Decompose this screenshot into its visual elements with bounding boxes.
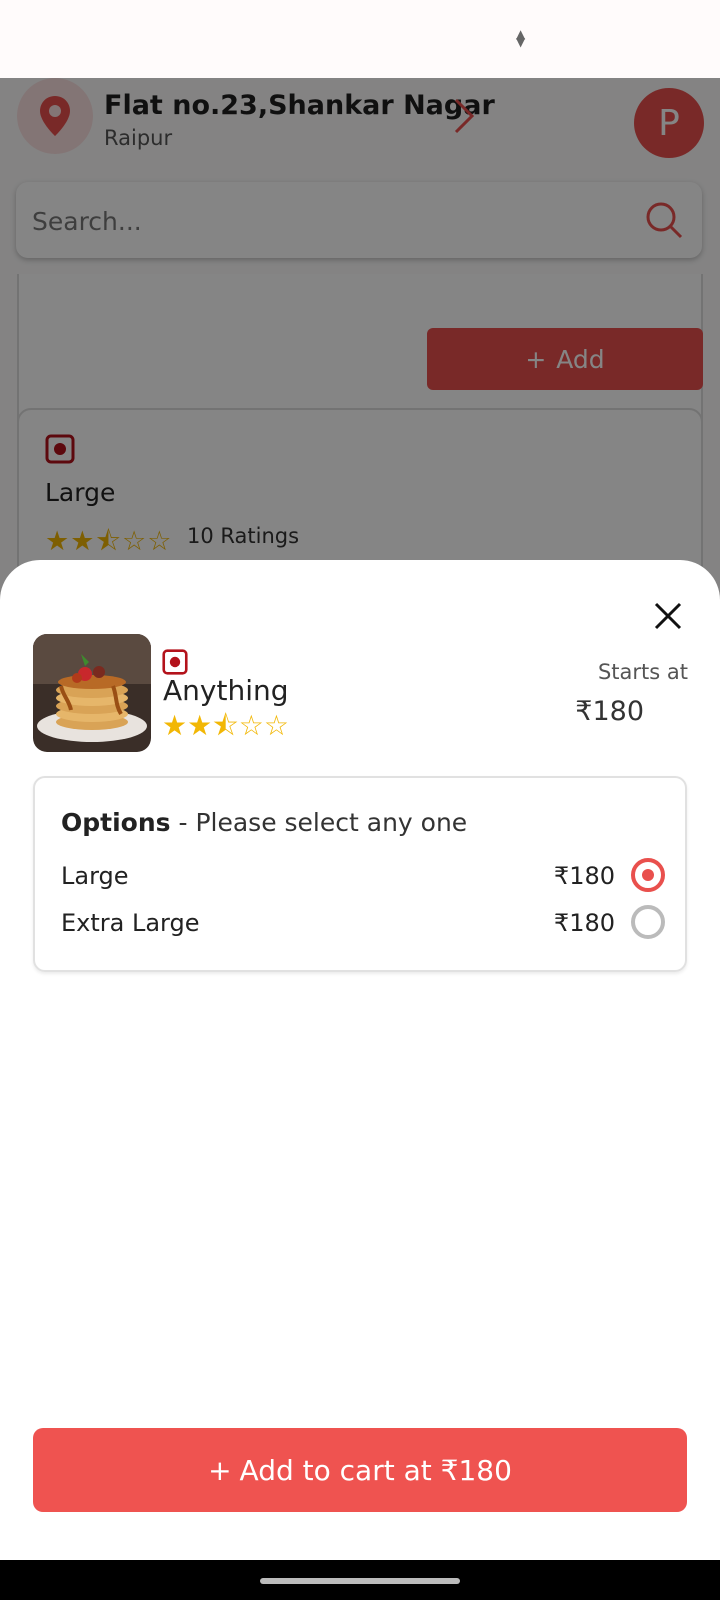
status-bar: ▲ ▼ [0,0,720,78]
options-title: Options [61,808,171,837]
food-image [33,634,151,752]
system-nav-bar [0,1560,720,1600]
close-icon[interactable] [648,596,688,636]
option-price: ₹180 [553,862,615,890]
star-full-icon: ★ [187,709,213,742]
option-price: ₹180 [553,909,615,937]
radio-unselected[interactable] [631,905,665,939]
plus-icon: + [208,1453,232,1487]
star-half-icon: ⯪ [212,709,239,742]
options-card: Options - Please select any one Large ₹1… [33,776,687,972]
star-full-icon: ★ [162,709,188,742]
star-rating: ★★⯪☆☆ [162,705,289,753]
starts-at-label: Starts at [597,660,688,684]
options-heading: Options - Please select any one [61,808,467,837]
option-row-large[interactable]: Large ₹180 [61,858,665,898]
home-gesture-handle[interactable] [260,1578,460,1584]
options-subtitle: - Please select any one [170,808,468,837]
option-label: Large [61,862,129,890]
add-to-cart-button[interactable]: + Add to cart at ₹180 [33,1428,687,1512]
option-label: Extra Large [61,909,200,937]
star-empty-icon: ☆ [238,709,264,742]
option-row-extra-large[interactable]: Extra Large ₹180 [61,905,665,945]
radio-selected[interactable] [631,858,665,892]
item-options-sheet: Anything ★★⯪☆☆ Starts at ₹180 Options - … [0,560,720,1560]
item-name: Anything [163,674,289,707]
starts-at-price: ₹180 [575,696,644,727]
sort-arrows-icon: ▲ ▼ [516,27,526,49]
star-empty-icon: ☆ [263,709,289,742]
add-to-cart-label: Add to cart at ₹180 [239,1453,512,1487]
